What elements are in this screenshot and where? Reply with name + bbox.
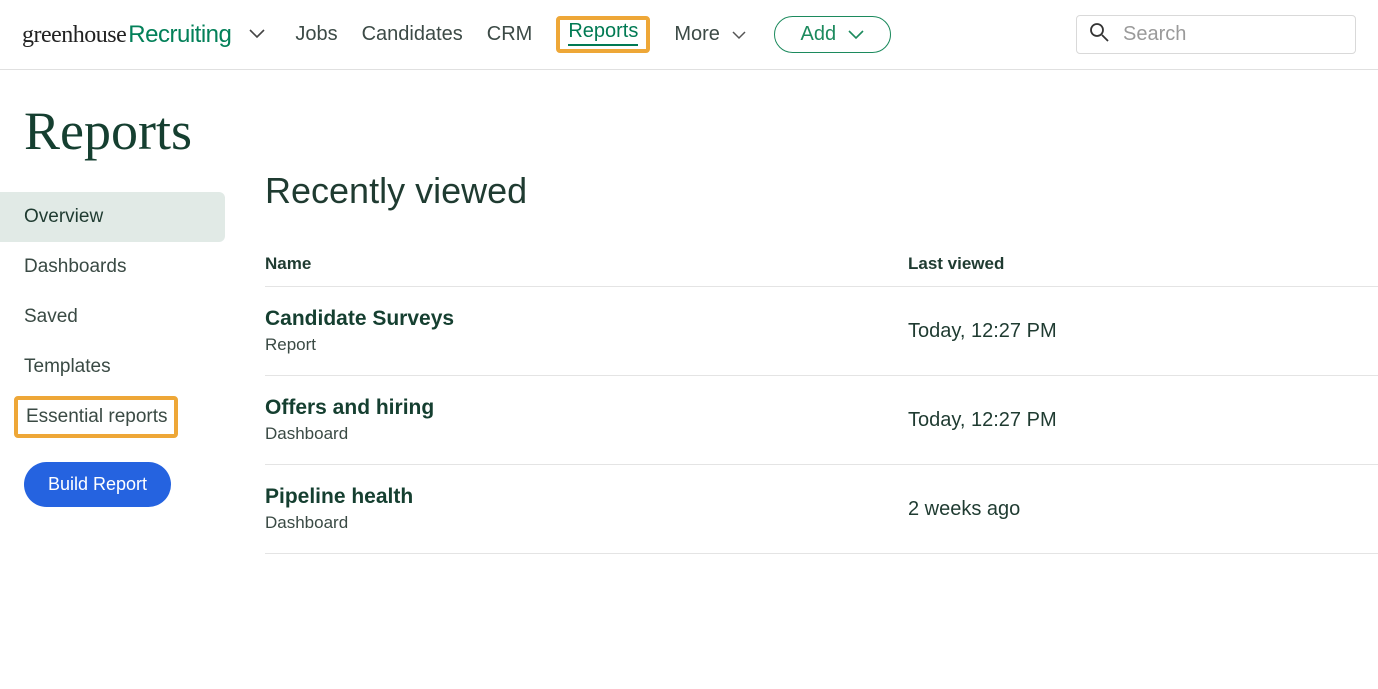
row-type: Dashboard (265, 513, 908, 533)
nav-jobs[interactable]: Jobs (295, 19, 337, 50)
sidebar-item-dashboards[interactable]: Dashboards (0, 242, 265, 292)
add-button-label: Add (801, 23, 837, 46)
row-last-viewed: Today, 12:27 PM (908, 287, 1378, 376)
nav-candidates[interactable]: Candidates (362, 19, 463, 50)
column-header-last-viewed: Last viewed (908, 242, 1378, 287)
column-header-name: Name (265, 242, 908, 287)
row-type: Dashboard (265, 424, 908, 444)
highlight-box-reports: Reports (556, 16, 650, 53)
brand-name-2: Recruiting (128, 21, 231, 49)
table-row[interactable]: Offers and hiring Dashboard Today, 12:27… (265, 376, 1378, 465)
sidebar-item-templates[interactable]: Templates (0, 342, 265, 392)
chevron-down-icon (732, 23, 746, 46)
recently-viewed-table: Name Last viewed Candidate Surveys Repor… (265, 242, 1378, 554)
row-title: Offers and hiring (265, 396, 908, 420)
row-title: Candidate Surveys (265, 307, 908, 331)
row-last-viewed: Today, 12:27 PM (908, 376, 1378, 465)
search-icon (1089, 22, 1109, 47)
table-row[interactable]: Candidate Surveys Report Today, 12:27 PM (265, 287, 1378, 376)
top-nav: greenhouse Recruiting Jobs Candidates CR… (0, 0, 1378, 70)
section-title: Recently viewed (265, 170, 1378, 212)
nav-links: Jobs Candidates CRM Reports More (295, 19, 745, 50)
nav-reports[interactable]: Reports (568, 16, 638, 46)
sidebar-menu: Overview Dashboards Saved Templates Esse… (0, 192, 265, 507)
nav-crm[interactable]: CRM (487, 19, 533, 50)
table-row[interactable]: Pipeline health Dashboard 2 weeks ago (265, 465, 1378, 554)
brand-logo[interactable]: greenhouse Recruiting (22, 21, 231, 49)
sidebar-item-saved[interactable]: Saved (0, 292, 265, 342)
sidebar-item-overview[interactable]: Overview (0, 192, 225, 242)
page-title: Reports (0, 100, 265, 192)
nav-more-label: More (674, 23, 720, 45)
add-button[interactable]: Add (774, 16, 892, 53)
highlight-box-essential-reports: Essential reports (14, 396, 178, 438)
row-type: Report (265, 335, 908, 355)
search-box[interactable] (1076, 15, 1356, 54)
search-input[interactable] (1123, 24, 1343, 45)
row-last-viewed: 2 weeks ago (908, 465, 1378, 554)
row-title: Pipeline health (265, 485, 908, 509)
chevron-down-icon (848, 23, 864, 46)
brand-name-1: greenhouse (22, 22, 126, 49)
nav-more[interactable]: More (674, 19, 745, 50)
build-report-button[interactable]: Build Report (24, 462, 171, 507)
chevron-down-icon[interactable] (249, 26, 265, 44)
sidebar-item-essential-reports[interactable]: Essential reports (26, 406, 168, 428)
